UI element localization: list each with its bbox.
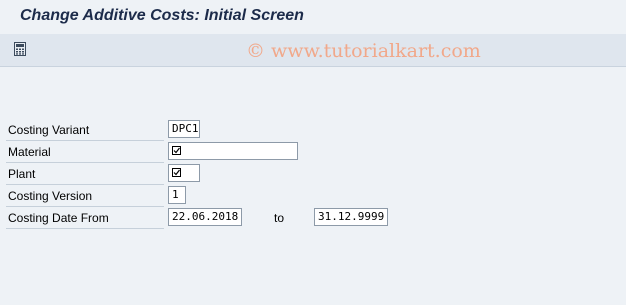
costing-date-to-label: to: [274, 211, 285, 225]
selection-screen: Costing Variant DPC1 Material Plant Cost…: [0, 67, 626, 305]
plant-field[interactable]: [168, 164, 200, 182]
watermark-text: © www.tutorialkart.com: [246, 40, 481, 62]
costing-date-from-label: Costing Date From: [6, 208, 164, 229]
costing-variant-label: Costing Variant: [6, 120, 164, 141]
plant-label: Plant: [6, 164, 164, 185]
costing-version-label: Costing Version: [6, 186, 164, 207]
costing-version-field[interactable]: 1: [168, 186, 186, 204]
costing-date-from-field[interactable]: 22.06.2018: [168, 208, 242, 226]
application-toolbar: © www.tutorialkart.com: [0, 34, 626, 67]
material-field[interactable]: [168, 142, 298, 160]
required-checkmark-icon: [172, 168, 181, 177]
title-bar: Change Additive Costs: Initial Screen: [0, 0, 626, 34]
costing-variant-field[interactable]: DPC1: [168, 120, 200, 138]
costing-date-to-field[interactable]: 31.12.9999: [314, 208, 388, 226]
page-title: Change Additive Costs: Initial Screen: [20, 7, 304, 24]
material-label: Material: [6, 142, 164, 163]
required-checkmark-icon: [172, 146, 181, 155]
calculator-icon: [14, 42, 26, 56]
calculator-button[interactable]: [10, 40, 30, 58]
